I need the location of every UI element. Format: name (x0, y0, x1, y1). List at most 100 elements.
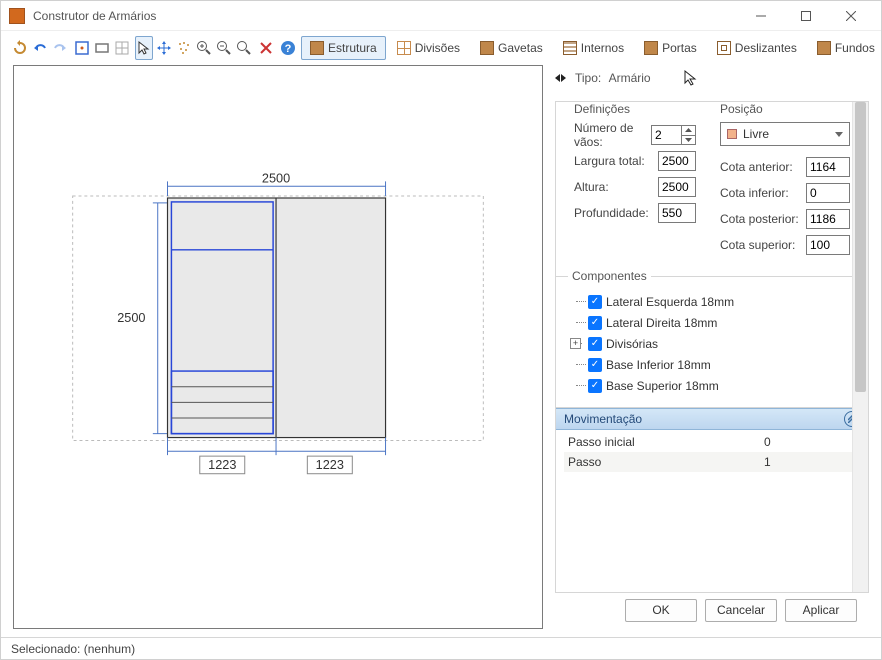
definicoes-legend: Definições (570, 102, 634, 116)
cota-posterior-input[interactable] (806, 209, 850, 229)
tree-item[interactable]: ✓ Base Superior 18mm (570, 375, 860, 396)
svg-text:?: ? (285, 43, 292, 55)
tab-fundos[interactable]: Fundos (808, 36, 882, 60)
refresh-icon[interactable] (11, 36, 29, 60)
swatch-icon (727, 129, 737, 139)
grid-icon[interactable] (113, 36, 131, 60)
cota-inferior-input[interactable] (806, 183, 850, 203)
checkbox-icon[interactable]: ✓ (588, 379, 602, 393)
components-tree[interactable]: ✓ Lateral Esquerda 18mm ✓ Lateral Direit… (564, 291, 860, 403)
apply-button[interactable]: Aplicar (785, 599, 857, 622)
tab-label: Divisões (415, 41, 460, 55)
tree-item[interactable]: + ✓ Divisórias (570, 333, 860, 354)
movimentacao-header[interactable]: Movimentação (556, 408, 868, 430)
close-button[interactable] (828, 2, 873, 30)
tab-label: Deslizantes (735, 41, 797, 55)
move-icon[interactable] (155, 36, 173, 60)
toolbar: ? Estrutura Divisões Gavetas Internos Po… (1, 31, 881, 65)
scrollbar[interactable] (852, 102, 868, 592)
expand-icon[interactable]: + (570, 338, 581, 349)
type-value: Armário (609, 71, 651, 85)
num-vaos-input[interactable] (651, 125, 681, 145)
drawing-canvas[interactable]: 2500 2500 (13, 65, 543, 629)
redo-icon[interactable] (51, 36, 69, 60)
tab-label: Internos (581, 41, 624, 55)
spray-icon[interactable] (175, 36, 193, 60)
minimize-button[interactable] (738, 2, 783, 30)
deslizantes-icon (717, 41, 731, 55)
tab-label: Estrutura (328, 41, 377, 55)
divisoes-icon (397, 41, 411, 55)
profundidade-input[interactable] (658, 203, 696, 223)
pointer-icon[interactable] (135, 36, 153, 60)
num-vaos-spinner[interactable] (651, 125, 696, 145)
tree-item[interactable]: ✓ Base Inferior 18mm (570, 354, 860, 375)
gavetas-icon (480, 41, 494, 55)
mv-row-passo-inicial[interactable]: Passo inicial 0 (564, 432, 860, 452)
checkbox-icon[interactable]: ✓ (588, 295, 602, 309)
fundos-icon (817, 41, 831, 55)
altura-label: Altura: (574, 180, 658, 194)
svg-text:2500: 2500 (262, 170, 290, 185)
largura-input[interactable] (658, 151, 696, 171)
definicoes-group: Definições Número de vãos: Largura tot (566, 110, 704, 266)
help-icon[interactable]: ? (279, 36, 297, 60)
posicao-select[interactable]: Livre (720, 122, 850, 146)
zoom-out-icon[interactable] (215, 36, 233, 60)
movimentacao-group: Movimentação Passo inicial 0 Passo 1 (556, 407, 868, 476)
tab-internos[interactable]: Internos (554, 36, 633, 60)
undo-icon[interactable] (31, 36, 49, 60)
tab-gavetas[interactable]: Gavetas (471, 36, 552, 60)
cota-superior-input[interactable] (806, 235, 850, 255)
componentes-group: Componentes ✓ Lateral Esquerda 18mm ✓ La… (556, 276, 868, 407)
cancel-button[interactable]: Cancelar (705, 599, 777, 622)
tree-item-label: Base Inferior 18mm (606, 358, 711, 372)
type-prefix: Tipo: (575, 71, 601, 85)
maximize-button[interactable] (783, 2, 828, 30)
zoom-in-icon[interactable] (195, 36, 213, 60)
cursor-icon (683, 69, 701, 87)
passo-value: 1 (764, 455, 771, 469)
componentes-legend: Componentes (568, 269, 651, 283)
spin-up-icon[interactable] (682, 126, 695, 136)
cota-posterior-label: Cota posterior: (720, 212, 799, 226)
altura-input[interactable] (658, 177, 696, 197)
tree-item-label: Lateral Esquerda 18mm (606, 295, 734, 309)
zoom-fit-icon[interactable] (235, 36, 253, 60)
scrollbar-thumb[interactable] (855, 102, 866, 392)
tab-estrutura[interactable]: Estrutura (301, 36, 386, 60)
passo-inicial-label: Passo inicial (564, 435, 764, 449)
largura-label: Largura total: (574, 154, 658, 168)
shape-square-icon[interactable] (73, 36, 91, 60)
status-bar: Selecionado: (nenhum) (1, 637, 881, 659)
internos-icon (563, 41, 577, 55)
ok-button[interactable]: OK (625, 599, 697, 622)
rect-icon[interactable] (93, 36, 111, 60)
properties-panel: Definições Número de vãos: Largura tot (555, 101, 869, 593)
cancel-icon[interactable] (257, 36, 275, 60)
checkbox-icon[interactable]: ✓ (588, 358, 602, 372)
cota-inferior-label: Cota inferior: (720, 186, 789, 200)
posicao-select-value: Livre (743, 127, 769, 141)
profundidade-label: Profundidade: (574, 206, 658, 220)
tree-item-label: Lateral Direita 18mm (606, 316, 717, 330)
tab-label: Gavetas (498, 41, 543, 55)
svg-text:1223: 1223 (208, 457, 236, 472)
tree-item[interactable]: ✓ Lateral Esquerda 18mm (570, 291, 860, 312)
cota-anterior-input[interactable] (806, 157, 850, 177)
title-bar: Construtor de Armários (1, 1, 881, 31)
spin-down-icon[interactable] (682, 136, 695, 145)
checkbox-icon[interactable]: ✓ (588, 316, 602, 330)
tab-deslizantes[interactable]: Deslizantes (708, 36, 806, 60)
tab-divisoes[interactable]: Divisões (388, 36, 469, 60)
tab-label: Portas (662, 41, 697, 55)
chevron-down-icon (835, 132, 843, 137)
tree-item[interactable]: ✓ Lateral Direita 18mm (570, 312, 860, 333)
checkbox-icon[interactable]: ✓ (588, 337, 602, 351)
cota-superior-label: Cota superior: (720, 238, 795, 252)
status-text: Selecionado: (nenhum) (11, 642, 135, 656)
portas-icon (644, 41, 658, 55)
num-vaos-label: Número de vãos: (574, 121, 651, 149)
mv-row-passo[interactable]: Passo 1 (564, 452, 860, 472)
tab-portas[interactable]: Portas (635, 36, 706, 60)
